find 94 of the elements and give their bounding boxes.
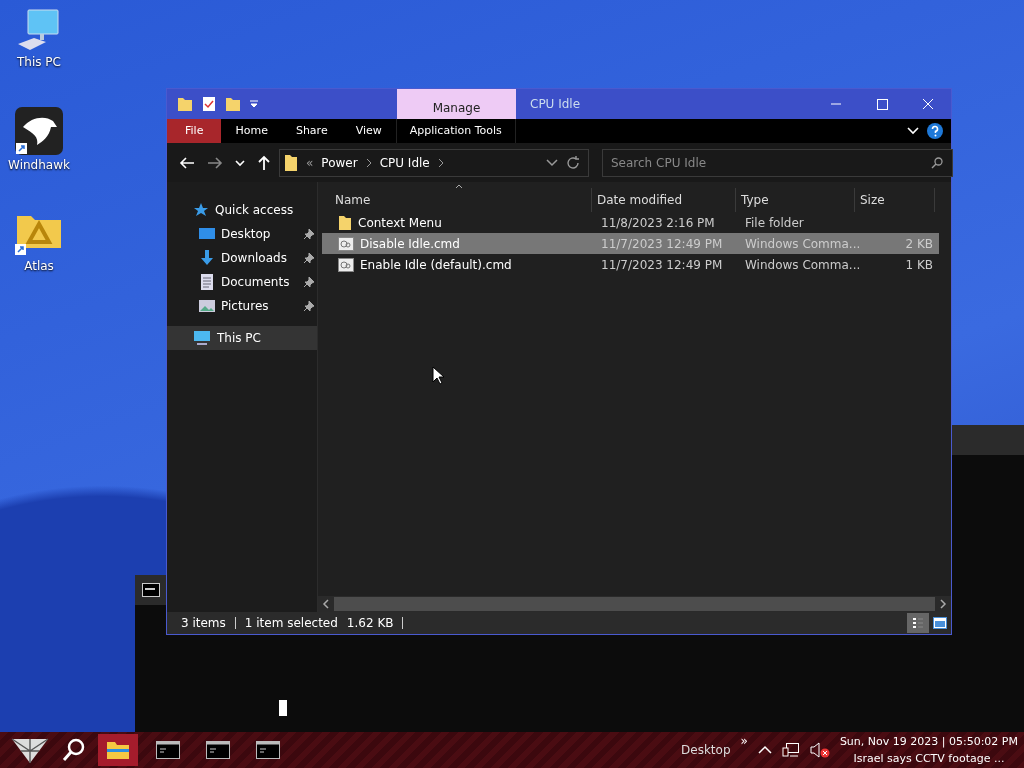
date-cell-text: 11/8/2023 2:16 PM: [600, 215, 716, 230]
date-cell-text: 11/7/2023 12:49 PM: [600, 236, 724, 251]
status-text: 1 item selected: [244, 616, 338, 630]
address-bar[interactable]: « Power CPU Idle: [279, 148, 589, 177]
refresh-icon[interactable]: [566, 155, 580, 170]
chevron-down-icon[interactable]: [546, 158, 558, 167]
type-cell-text: Windows Comma...: [744, 236, 859, 251]
column-header[interactable]: Name: [330, 188, 592, 212]
checklist-icon[interactable]: [201, 96, 217, 112]
monitor-icon: [199, 227, 215, 241]
eagle-icon[interactable]: [15, 107, 63, 155]
folder-icon[interactable]: [177, 96, 193, 112]
console-icon: [156, 741, 180, 759]
star-icon: [193, 202, 209, 218]
file-name: Disable Idle.cmd: [360, 236, 460, 251]
size-cell: 1 KB: [905, 257, 933, 272]
text-cursor: [279, 700, 287, 716]
nav-item[interactable]: This PC: [167, 326, 317, 350]
window-title: CPU Idle: [530, 97, 582, 111]
computer-icon[interactable]: [16, 8, 62, 52]
type-cell-text: File folder: [744, 215, 805, 230]
status-text: 3 items: [181, 616, 226, 630]
console-icon: [142, 583, 160, 597]
script-file-icon: [338, 257, 354, 272]
desktop-icon-label[interactable]: Windhawk: [8, 158, 70, 172]
ribbon-tab[interactable]: Share: [281, 119, 342, 143]
toolbar-overflow[interactable]: »: [740, 734, 748, 748]
muted-speaker-icon[interactable]: [809, 742, 830, 758]
scroll-left-icon[interactable]: [322, 599, 330, 609]
desktop-toolbar-label[interactable]: Desktop: [681, 743, 731, 757]
file-name: Context Menu: [358, 215, 442, 230]
file-name: Enable Idle (default).cmd: [360, 257, 512, 272]
help-icon[interactable]: [927, 123, 943, 139]
chevron-right-icon[interactable]: [365, 157, 372, 168]
status-text: 1.62 KB: [346, 616, 394, 630]
document-icon: [199, 274, 215, 290]
file-row[interactable]: Enable Idle (default).cmd 11/7/2023 12:49 PM Windows Comma... 1 KB: [322, 254, 939, 275]
folder-icon: [106, 740, 130, 760]
mouse-pointer-icon: [432, 366, 444, 385]
monitor-icon: [193, 330, 211, 346]
desktop-icon-label[interactable]: This PC: [17, 55, 61, 69]
column-header[interactable]: Date modified: [592, 188, 736, 212]
nav-item[interactable]: Desktop: [167, 222, 317, 246]
scrollbar-thumb[interactable]: [334, 597, 935, 611]
console-icon: [256, 741, 280, 759]
news-ticker[interactable]: Israel says CCTV footage ...: [853, 750, 1005, 767]
pin-icon[interactable]: [303, 252, 315, 264]
nav-item[interactable]: Quick access: [167, 198, 317, 222]
desktop-icon-label[interactable]: Atlas: [24, 259, 54, 273]
search-field[interactable]: Search CPU Idle: [602, 148, 953, 177]
console-icon: [206, 741, 230, 759]
network-icon[interactable]: [781, 742, 800, 758]
date-cell-text: 11/7/2023 12:49 PM: [600, 257, 724, 272]
size-cell: 2 KB: [905, 236, 933, 251]
picture-icon: [199, 299, 215, 313]
nav-item[interactable]: Pictures: [167, 294, 317, 318]
pin-icon[interactable]: [303, 228, 315, 240]
up-arrow-icon[interactable]: [257, 154, 271, 171]
ribbon-tab[interactable]: View: [341, 119, 396, 143]
breadcrumb[interactable]: Power: [321, 155, 358, 170]
script-file-icon: [338, 236, 354, 251]
type-cell-text: Windows Comma...: [744, 257, 859, 272]
picture-icon: [933, 617, 947, 629]
forward-arrow-icon[interactable]: [207, 155, 223, 170]
sort-caret-icon: [455, 184, 463, 189]
file-row[interactable]: Disable Idle.cmd 11/7/2023 12:49 PM Windows Comma... 2 KB: [322, 233, 939, 254]
details-list-icon: [912, 616, 924, 630]
ribbon-tab[interactable]: File: [167, 119, 222, 143]
folder-icon[interactable]: [225, 96, 241, 112]
chevron-right-icon[interactable]: [437, 157, 444, 168]
column-header[interactable]: Type: [736, 188, 855, 212]
context-tab-header: Manage: [397, 89, 516, 119]
chevron-up-icon[interactable]: [757, 745, 772, 755]
column-header[interactable]: Size: [855, 188, 935, 212]
ribbon-tab[interactable]: Home: [221, 119, 282, 143]
pin-icon[interactable]: [303, 276, 315, 288]
folder-icon: [338, 214, 352, 231]
folder-icon: [284, 153, 298, 172]
search-icon: [931, 156, 943, 169]
nav-item[interactable]: Documents: [167, 270, 317, 294]
breadcrumb[interactable]: CPU Idle: [379, 155, 430, 170]
scroll-right-icon[interactable]: [939, 599, 947, 609]
nav-item[interactable]: Downloads: [167, 246, 317, 270]
file-explorer-taskbar-button[interactable]: [98, 734, 138, 766]
back-arrow-icon[interactable]: [179, 155, 195, 170]
file-row[interactable]: Context Menu 11/8/2023 2:16 PM File folder: [322, 212, 939, 233]
horizontal-scrollbar[interactable]: [318, 596, 951, 612]
pin-icon[interactable]: [303, 300, 315, 312]
details-view-button[interactable]: [907, 613, 929, 633]
down-arrow-icon: [199, 250, 215, 266]
overflow-chevron[interactable]: «: [306, 155, 314, 170]
clock-text[interactable]: Sun, Nov 19 2023 | 05:50:02 PM: [839, 733, 1018, 750]
dropdown-icon[interactable]: [249, 98, 259, 110]
start-icon[interactable]: [10, 735, 50, 765]
